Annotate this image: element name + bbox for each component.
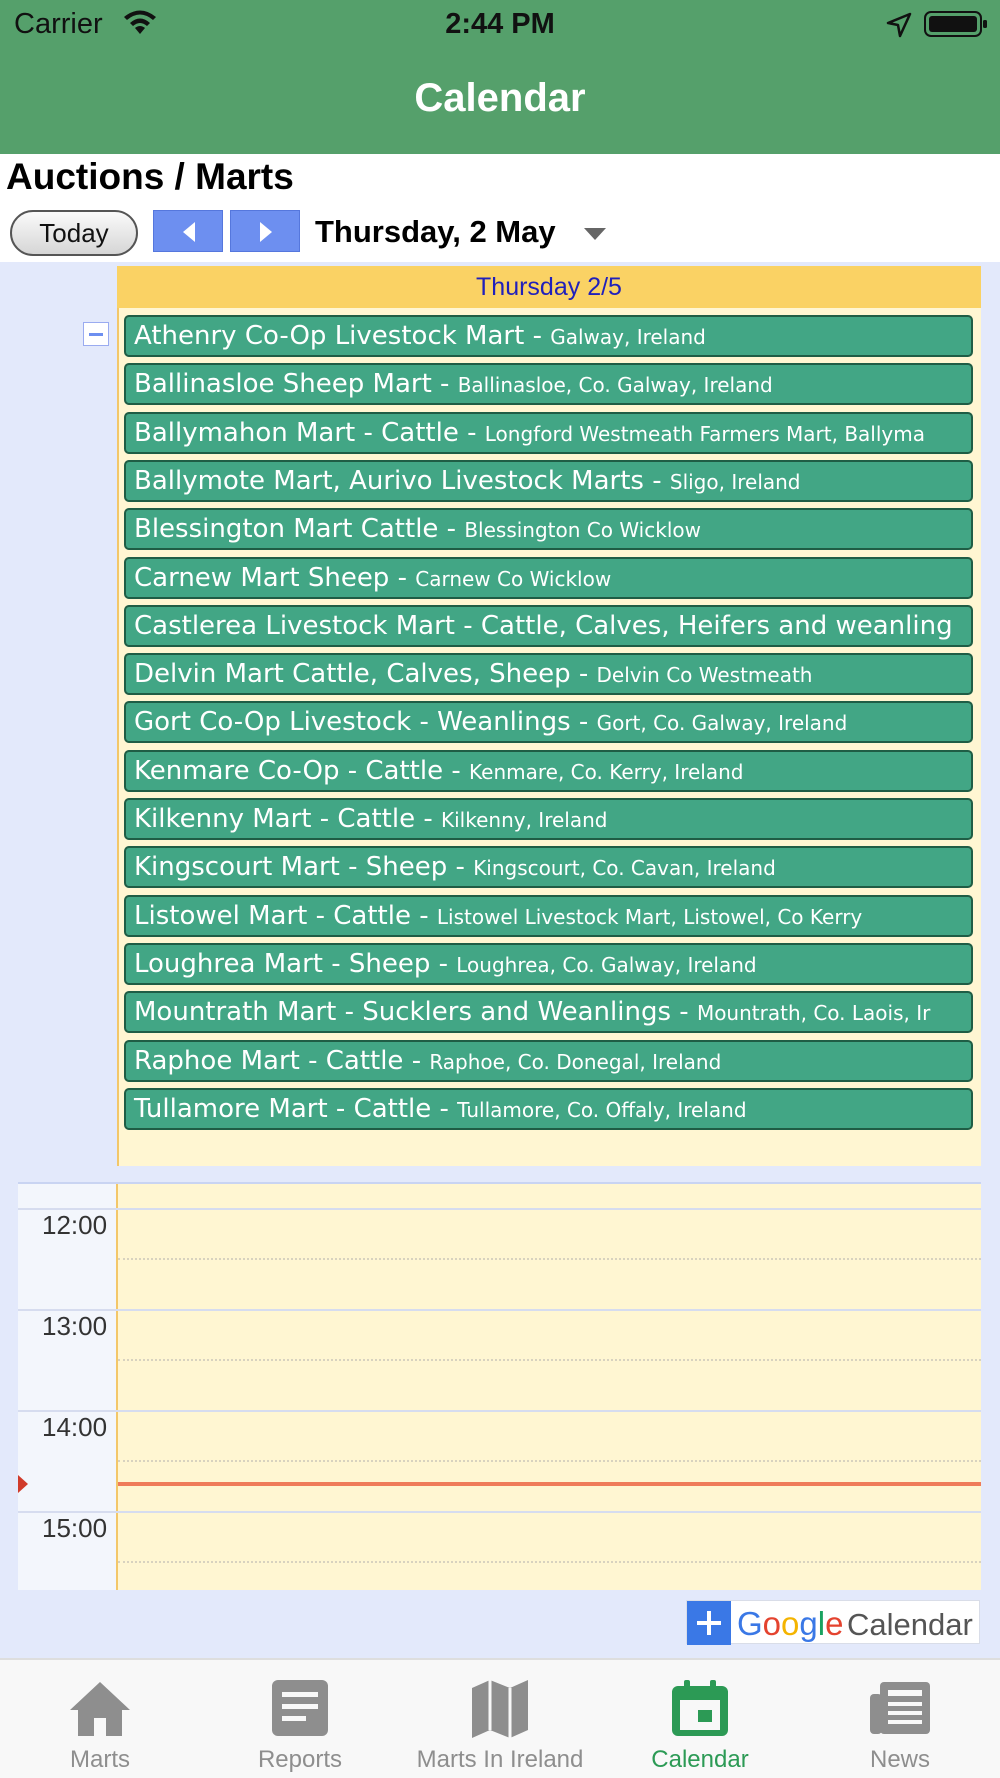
event-title: Gort Co-Op Livestock - Weanlings -	[134, 707, 597, 738]
time-grid-day-column	[116, 1184, 981, 1590]
arrow-left-icon	[183, 222, 195, 242]
event-title: Kilkenny Mart - Cattle -	[134, 804, 441, 834]
event-location: Loughrea, Co. Galway, Ireland	[456, 952, 757, 977]
half-hour-line	[118, 1258, 981, 1260]
event-title: Athenry Co-Op Livestock Mart -	[134, 321, 551, 351]
hour-line	[18, 1511, 981, 1513]
event-title: Loughrea Mart - Sheep -	[134, 948, 457, 979]
event-location: Kingscourt, Co. Cavan, Ireland	[473, 856, 776, 881]
tab-news[interactable]: News	[800, 1660, 1000, 1778]
event-location: Delvin Co Westmeath	[596, 663, 813, 688]
hour-label: 12:00	[42, 1210, 108, 1240]
event-location: Carnew Co Wicklow	[415, 566, 612, 591]
event-title: Ballinasloe Sheep Mart -	[134, 369, 458, 400]
calendar-heading: Auctions / Marts	[6, 156, 294, 197]
event-title: Blessington Mart Cattle -	[134, 514, 465, 545]
event-location: Raphoe, Co. Donegal, Ireland	[429, 1049, 722, 1074]
status-bar: Carrier 2:44 PM	[0, 0, 1000, 50]
time-grid[interactable]: 11:0012:0013:0014:0015:00	[18, 1182, 981, 1590]
event-title: Tullamore Mart - Cattle -	[134, 1093, 458, 1124]
event-item[interactable]: Carnew Mart Sheep - Carnew Co Wicklow	[124, 556, 973, 599]
event-title: Raphoe Mart - Cattle -	[134, 1045, 430, 1076]
event-location: Mountrath, Co. Laois, Ir	[696, 1001, 931, 1026]
calendar-icon	[672, 1680, 728, 1736]
event-title: Mountrath Mart - Sucklers and Weanlings …	[134, 997, 697, 1028]
tab-calendar[interactable]: Calendar	[600, 1660, 800, 1778]
event-location: Tullamore, Co. Offaly, Ireland	[457, 1097, 747, 1122]
event-title: Ballymote Mart, Aurivo Livestock Marts -	[134, 465, 670, 496]
event-item[interactable]: Listowel Mart - Cattle - Listowel Livest…	[124, 894, 973, 937]
tab-bar: Marts Reports Marts In Ireland Calendar	[0, 1658, 1000, 1778]
arrow-right-icon	[260, 222, 272, 242]
event-location: Gort, Co. Galway, Ireland	[596, 711, 848, 736]
event-item[interactable]: Castlerea Livestock Mart - Cattle, Calve…	[124, 604, 973, 647]
event-title: Ballymahon Mart - Cattle -	[134, 417, 485, 448]
event-location: Sligo, Ireland	[669, 469, 801, 494]
event-item[interactable]: Delvin Mart Cattle, Calves, Sheep - Delv…	[124, 653, 973, 696]
half-hour-line	[118, 1561, 981, 1563]
event-title: Castlerea Livestock Mart - Cattle, Calve…	[134, 610, 953, 641]
event-location: Galway, Ireland	[550, 325, 706, 349]
clock-label: 2:44 PM	[445, 8, 555, 40]
battery-icon	[924, 11, 987, 37]
event-location: Kenmare, Co. Kerry, Ireland	[469, 759, 744, 784]
hour-line	[18, 1410, 981, 1412]
google-logo: Google	[737, 1605, 844, 1642]
location-arrow-icon	[886, 12, 912, 38]
event-item[interactable]: Kenmare Co-Op - Cattle - Kenmare, Co. Ke…	[124, 749, 973, 792]
next-day-button[interactable]	[230, 210, 300, 252]
event-title: Delvin Mart Cattle, Calves, Sheep -	[134, 659, 597, 690]
map-icon	[472, 1680, 528, 1738]
half-hour-line	[118, 1460, 981, 1462]
event-item[interactable]: Ballymahon Mart - Cattle - Longford West…	[124, 411, 973, 454]
event-item[interactable]: Raphoe Mart - Cattle - Raphoe, Co. Doneg…	[124, 1039, 973, 1082]
hour-line	[18, 1208, 981, 1210]
event-item[interactable]: Ballymote Mart, Aurivo Livestock Marts -…	[124, 459, 973, 502]
document-icon	[272, 1680, 328, 1736]
event-location: Blessington Co Wicklow	[464, 518, 701, 543]
event-location: Longford Westmeath Farmers Mart, Ballyma	[484, 421, 925, 446]
hour-label: 15:00	[42, 1513, 108, 1543]
nav-header: Carrier 2:44 PM Calendar	[0, 0, 1000, 154]
current-time-line	[118, 1482, 981, 1487]
house-icon	[70, 1682, 130, 1736]
event-item[interactable]: Loughrea Mart - Sheep - Loughrea, Co. Ga…	[124, 942, 973, 985]
today-button[interactable]: Today	[10, 210, 138, 256]
event-location: Listowel Livestock Mart, Listowel, Co Ke…	[436, 904, 863, 929]
tab-marts-in-ireland[interactable]: Marts In Ireland	[400, 1660, 600, 1778]
collapse-all-day-button[interactable]	[83, 322, 109, 346]
page-title: Calendar	[414, 76, 586, 120]
day-header: Thursday 2/5	[117, 266, 981, 308]
event-item[interactable]: Kilkenny Mart - Cattle - Kilkenny, Irela…	[124, 798, 973, 840]
event-location: Kilkenny, Ireland	[441, 808, 608, 832]
event-item[interactable]: Blessington Mart Cattle - Blessington Co…	[124, 508, 973, 551]
hour-label: 14:00	[42, 1412, 108, 1442]
hour-line	[18, 1309, 981, 1311]
event-item[interactable]: Athenry Co-Op Livestock Mart - Galway, I…	[124, 315, 973, 357]
tab-marts[interactable]: Marts	[0, 1660, 200, 1778]
current-date-label[interactable]: Thursday, 2 May	[315, 214, 556, 250]
hour-label: 13:00	[42, 1311, 108, 1341]
plus-icon	[687, 1601, 731, 1645]
current-time-marker-icon	[18, 1475, 28, 1494]
event-item[interactable]: Mountrath Mart - Sucklers and Weanlings …	[124, 991, 973, 1034]
event-item[interactable]: Ballinasloe Sheep Mart - Ballinasloe, Co…	[124, 363, 973, 406]
event-title: Kingscourt Mart - Sheep -	[134, 852, 474, 883]
event-title: Kenmare Co-Op - Cattle -	[134, 755, 470, 786]
chevron-down-icon[interactable]	[583, 226, 607, 242]
event-item[interactable]: Gort Co-Op Livestock - Weanlings - Gort,…	[124, 701, 973, 744]
previous-day-button[interactable]	[153, 210, 223, 252]
event-title: Carnew Mart Sheep -	[134, 562, 416, 593]
event-title: Listowel Mart - Cattle -	[134, 900, 437, 931]
event-item[interactable]: Kingscourt Mart - Sheep - Kingscourt, Co…	[124, 846, 973, 889]
event-location: Ballinasloe, Co. Galway, Ireland	[457, 373, 773, 398]
add-to-google-calendar-button[interactable]: Google Calendar	[686, 1600, 980, 1645]
google-calendar-label: Calendar	[847, 1607, 973, 1642]
tab-reports[interactable]: Reports	[200, 1660, 400, 1778]
newspaper-icon	[870, 1682, 930, 1734]
event-item[interactable]: Tullamore Mart - Cattle - Tullamore, Co.…	[124, 1087, 973, 1130]
half-hour-line	[118, 1359, 981, 1361]
